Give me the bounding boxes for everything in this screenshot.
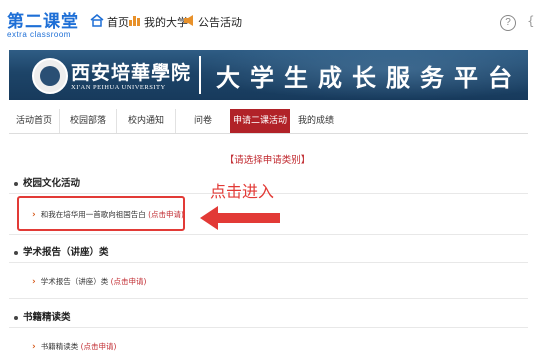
banner-divider	[199, 56, 201, 94]
category-reading: 书籍精读类	[14, 309, 71, 323]
tab-campus-tribe[interactable]: 校园部落	[60, 109, 117, 133]
nav-announcements-label: 公告活动	[198, 16, 242, 29]
apply-link[interactable]: (点击申请)	[81, 342, 117, 351]
tab-survey[interactable]: 问卷	[176, 109, 231, 133]
highlight-box	[17, 196, 185, 231]
main-tab-bar: 活动首页 校园部落 校内通知 问卷 申请二课活动 我的成绩	[9, 105, 528, 134]
banner-slogan: 大学生成长服务平台	[216, 63, 522, 92]
divider	[9, 234, 528, 235]
logo-subtitle: extra classroom	[7, 30, 71, 39]
bullet-icon	[14, 315, 18, 320]
chevron-right-icon: ›	[32, 342, 36, 352]
partial-icon[interactable]: {	[527, 14, 535, 28]
home-icon	[90, 14, 104, 30]
school-name-cn: 西安培華學院	[71, 62, 192, 84]
category-lecture: 学术报告（讲座）类	[14, 244, 109, 258]
tab-activity-home[interactable]: 活动首页	[9, 109, 60, 133]
list-item-reading[interactable]: › 书籍精读类 (点击申请)	[32, 341, 116, 352]
divider	[9, 262, 528, 263]
divider	[9, 298, 528, 299]
nav-home-label: 首页	[107, 16, 129, 29]
bullet-icon	[14, 250, 18, 255]
section-title: 【请选择申请类别】	[224, 155, 311, 166]
category-culture: 校园文化活动	[14, 175, 80, 189]
divider	[9, 327, 528, 328]
pointer-arrow-icon	[200, 206, 280, 230]
nav-my-university[interactable]: 我的大学	[128, 14, 188, 30]
site-banner: 西安培華學院 XI'AN PEIHUA UNIVERSITY 大学生成长服务平台	[9, 50, 528, 100]
apply-link[interactable]: (点击申请)	[111, 277, 147, 286]
click-hint-label: 点击进入	[210, 182, 275, 201]
logo-title[interactable]: 第二课堂	[7, 7, 79, 32]
school-name-en: XI'AN PEIHUA UNIVERSITY	[71, 84, 166, 91]
nav-home[interactable]: 首页	[90, 14, 129, 30]
tab-my-grades[interactable]: 我的成绩	[291, 109, 341, 133]
tab-campus-notice[interactable]: 校内通知	[117, 109, 176, 133]
list-item-lecture[interactable]: › 学术报告（讲座）类 (点击申请)	[32, 276, 146, 287]
chevron-right-icon: ›	[32, 277, 36, 287]
announcement-icon	[183, 14, 195, 30]
school-seal-icon	[32, 58, 68, 94]
university-icon	[128, 14, 141, 30]
nav-announcements[interactable]: 公告活动	[183, 14, 242, 30]
nav-my-university-label: 我的大学	[144, 16, 188, 29]
help-icon[interactable]: ?	[500, 15, 516, 31]
top-bar: 第二课堂 extra classroom 首页 我的大学 公告活动 ? {	[0, 0, 535, 50]
tab-apply-activity[interactable]: 申请二课活动	[230, 109, 290, 133]
bullet-icon	[14, 181, 18, 186]
